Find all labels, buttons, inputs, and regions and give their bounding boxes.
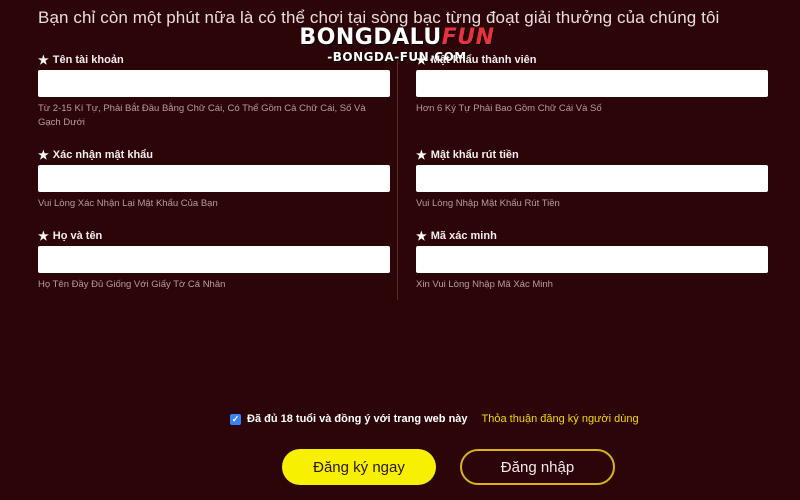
username-input[interactable] [38,70,390,97]
star-icon: ★ [38,148,49,162]
username-label-row: ★ Tên tài khoản [38,52,390,68]
full-name-hint: Họ Tên Đầy Đủ Giống Với Giấy Tờ Cá Nhân [38,279,226,290]
star-icon: ★ [38,229,49,243]
withdraw-password-label-row: ★ Mật khẩu rút tiền [416,147,768,163]
verify-code-label: Mã xác minh [430,230,497,242]
confirm-password-label: Xác nhận mật khẩu [52,149,154,161]
confirm-password-group: ★ Xác nhận mật khẩu Vui Lòng Xác Nhận Lạ… [38,147,390,211]
login-button[interactable]: Đăng nhập [460,449,615,485]
register-button[interactable]: Đăng ký ngay [282,449,436,485]
watermark-part3: FUN [441,25,495,50]
check-icon: ✓ [231,413,240,424]
username-label: Tên tài khoản [52,54,124,66]
agreement-text: Đã đủ 18 tuổi và đồng ý với trang web nà… [247,413,468,425]
member-password-input[interactable] [416,70,768,97]
username-group: ★ Tên tài khoản Từ 2-15 Kí Tự, Phải Bắt … [38,52,390,130]
star-icon: ★ [416,53,427,67]
watermark-part1: BONG [299,25,374,50]
terms-link[interactable]: Thỏa thuận đăng ký người dùng [482,413,639,425]
withdraw-password-input[interactable] [416,165,768,192]
watermark-main-text: BONGDALUFUN [292,26,502,50]
star-icon: ★ [416,229,427,243]
confirm-password-input[interactable] [38,165,390,192]
full-name-group: ★ Họ và tên Họ Tên Đầy Đủ Giống Với Giấy… [38,228,390,292]
star-icon: ★ [416,148,427,162]
username-hint: Từ 2-15 Kí Tự, Phải Bắt Đầu Bằng Chữ Cái… [38,103,366,128]
full-name-input[interactable] [38,246,390,273]
member-password-label-row: ★ Mật khẩu thành viên [416,52,768,68]
withdraw-password-hint: Vui Lòng Nhập Mật Khẩu Rút Tiền [416,198,560,209]
star-icon: ★ [38,53,49,67]
withdraw-password-group: ★ Mật khẩu rút tiền Vui Lòng Nhập Mật Kh… [416,147,768,211]
verify-code-hint: Xin Vui Lòng Nhập Mã Xác Minh [416,279,553,290]
confirm-password-hint: Vui Lòng Xác Nhận Lại Mật Khẩu Của Bạn [38,198,218,209]
watermark-part2: DALU [373,25,442,50]
agreement-checkbox[interactable]: ✓ [230,413,241,425]
verify-code-group: ★ Mã xác minh Xin Vui Lòng Nhập Mã Xác M… [416,228,768,292]
member-password-hint: Hơn 6 Ký Tự Phải Bao Gồm Chữ Cái Và Số [416,103,602,114]
member-password-label: Mật khẩu thành viên [430,54,537,66]
verify-code-input[interactable] [416,246,768,273]
column-divider [397,60,398,300]
confirm-password-label-row: ★ Xác nhận mật khẩu [38,147,390,163]
withdraw-password-label: Mật khẩu rút tiền [430,149,519,161]
verify-code-label-row: ★ Mã xác minh [416,228,768,244]
member-password-group: ★ Mật khẩu thành viên Hơn 6 Ký Tự Phải B… [416,52,768,116]
agreement-row: ✓ Đã đủ 18 tuổi và đồng ý với trang web … [230,413,639,425]
full-name-label-row: ★ Họ và tên [38,228,390,244]
full-name-label: Họ và tên [52,230,103,242]
